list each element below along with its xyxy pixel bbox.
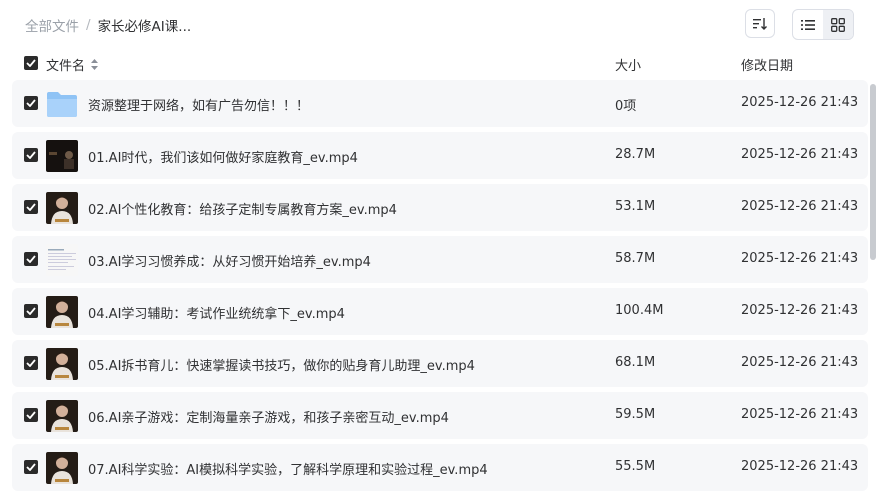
- video-thumbnail-icon: [46, 296, 78, 328]
- video-thumbnail-icon: [46, 400, 78, 432]
- file-name[interactable]: 01.AI时代，我们该如何做好家庭教育_ev.mp4: [88, 147, 358, 166]
- file-size: 100.4M: [615, 303, 664, 318]
- video-thumbnail-icon: [46, 140, 78, 172]
- select-all-checkbox[interactable]: [24, 56, 38, 70]
- file-list: 资源整理于网络，如有广告勿信！！！ 0项 2025-12-26 21:43 01.AI…: [12, 80, 868, 496]
- file-name[interactable]: 03.AI学习习惯养成：从好习惯开始培养_ev.mp4: [88, 251, 371, 270]
- check-icon: [26, 359, 36, 367]
- file-name[interactable]: 07.AI科学实验：AI模拟科学实验，了解科学原理和实验过程_ev.mp4: [88, 459, 488, 478]
- column-header-name[interactable]: 文件名: [46, 55, 99, 74]
- file-size: 0项: [615, 99, 637, 114]
- table-row[interactable]: 资源整理于网络，如有广告勿信！！！ 0项 2025-12-26 21:43: [12, 80, 868, 127]
- sort-caret-icon: [91, 59, 99, 70]
- file-size: 53.1M: [615, 199, 656, 214]
- breadcrumb: 全部文件 / 家长必修AI课...: [25, 14, 191, 36]
- check-icon: [26, 255, 36, 263]
- breadcrumb-separator: /: [86, 17, 91, 33]
- column-header-date[interactable]: 修改日期: [741, 55, 793, 74]
- video-thumbnail-icon: [46, 348, 78, 380]
- sort-button[interactable]: [745, 9, 775, 38]
- row-checkbox[interactable]: [24, 96, 38, 110]
- video-thumbnail-icon: [46, 452, 78, 484]
- row-checkbox[interactable]: [24, 200, 38, 214]
- file-size: 55.5M: [615, 459, 656, 474]
- file-size: 28.7M: [615, 147, 656, 162]
- breadcrumb-root-link[interactable]: 全部文件: [25, 15, 79, 35]
- table-row[interactable]: 05.AI拆书育儿：快速掌握读书技巧，做你的贴身育儿助理_ev.mp4 68.1M…: [12, 340, 868, 387]
- row-checkbox[interactable]: [24, 148, 38, 162]
- column-name-label: 文件名: [46, 59, 86, 74]
- sort-lines-icon: [753, 17, 767, 30]
- folder-icon: [46, 88, 78, 120]
- file-date: 2025-12-26 21:43: [741, 303, 859, 318]
- row-checkbox[interactable]: [24, 252, 38, 266]
- file-name[interactable]: 05.AI拆书育儿：快速掌握读书技巧，做你的贴身育儿助理_ev.mp4: [88, 355, 475, 374]
- file-date: 2025-12-26 21:43: [741, 95, 859, 110]
- check-icon: [26, 463, 36, 471]
- row-checkbox[interactable]: [24, 304, 38, 318]
- table-row[interactable]: 03.AI学习习惯养成：从好习惯开始培养_ev.mp4 58.7M 2025-12-…: [12, 236, 868, 283]
- file-size: 58.7M: [615, 251, 656, 266]
- check-icon: [26, 307, 36, 315]
- file-size: 68.1M: [615, 355, 656, 370]
- column-header-size[interactable]: 大小: [615, 55, 641, 74]
- file-size: 59.5M: [615, 407, 656, 422]
- grid-view-button[interactable]: [823, 10, 853, 39]
- check-icon: [26, 99, 36, 107]
- table-row[interactable]: 04.AI学习辅助：考试作业统统拿下_ev.mp4 100.4M 2025-12-2…: [12, 288, 868, 335]
- file-name[interactable]: 02.AI个性化教育：给孩子定制专属教育方案_ev.mp4: [88, 199, 397, 218]
- scrollbar-thumb[interactable]: [870, 84, 876, 260]
- file-name[interactable]: 资源整理于网络，如有广告勿信！！！: [88, 95, 309, 114]
- list-view-icon: [801, 19, 815, 30]
- breadcrumb-current: 家长必修AI课...: [97, 19, 192, 35]
- check-icon: [26, 59, 36, 67]
- grid-view-icon: [831, 17, 845, 32]
- row-checkbox[interactable]: [24, 408, 38, 422]
- table-row[interactable]: 02.AI个性化教育：给孩子定制专属教育方案_ev.mp4 53.1M 2025-1…: [12, 184, 868, 231]
- file-date: 2025-12-26 21:43: [741, 459, 859, 474]
- video-thumbnail-icon: [46, 192, 78, 224]
- table-row[interactable]: 01.AI时代，我们该如何做好家庭教育_ev.mp4 28.7M 2025-12-2…: [12, 132, 868, 179]
- file-date: 2025-12-26 21:43: [741, 147, 859, 162]
- table-row[interactable]: 07.AI科学实验：AI模拟科学实验，了解科学原理和实验过程_ev.mp4 55.…: [12, 444, 868, 491]
- table-row[interactable]: 06.AI亲子游戏：定制海量亲子游戏，和孩子亲密互动_ev.mp4 59.5M 20…: [12, 392, 868, 439]
- video-thumbnail-icon: [46, 244, 78, 276]
- check-icon: [26, 203, 36, 211]
- row-checkbox[interactable]: [24, 356, 38, 370]
- file-name[interactable]: 04.AI学习辅助：考试作业统统拿下_ev.mp4: [88, 303, 345, 322]
- check-icon: [26, 151, 36, 159]
- table-header: 文件名 大小 修改日期: [0, 52, 878, 76]
- file-name[interactable]: 06.AI亲子游戏：定制海量亲子游戏，和孩子亲密互动_ev.mp4: [88, 407, 449, 426]
- file-date: 2025-12-26 21:43: [741, 251, 859, 266]
- view-toggle: [792, 9, 854, 40]
- file-date: 2025-12-26 21:43: [741, 199, 859, 214]
- row-checkbox[interactable]: [24, 460, 38, 474]
- check-icon: [26, 411, 36, 419]
- file-date: 2025-12-26 21:43: [741, 355, 859, 370]
- list-view-button[interactable]: [793, 10, 823, 39]
- file-date: 2025-12-26 21:43: [741, 407, 859, 422]
